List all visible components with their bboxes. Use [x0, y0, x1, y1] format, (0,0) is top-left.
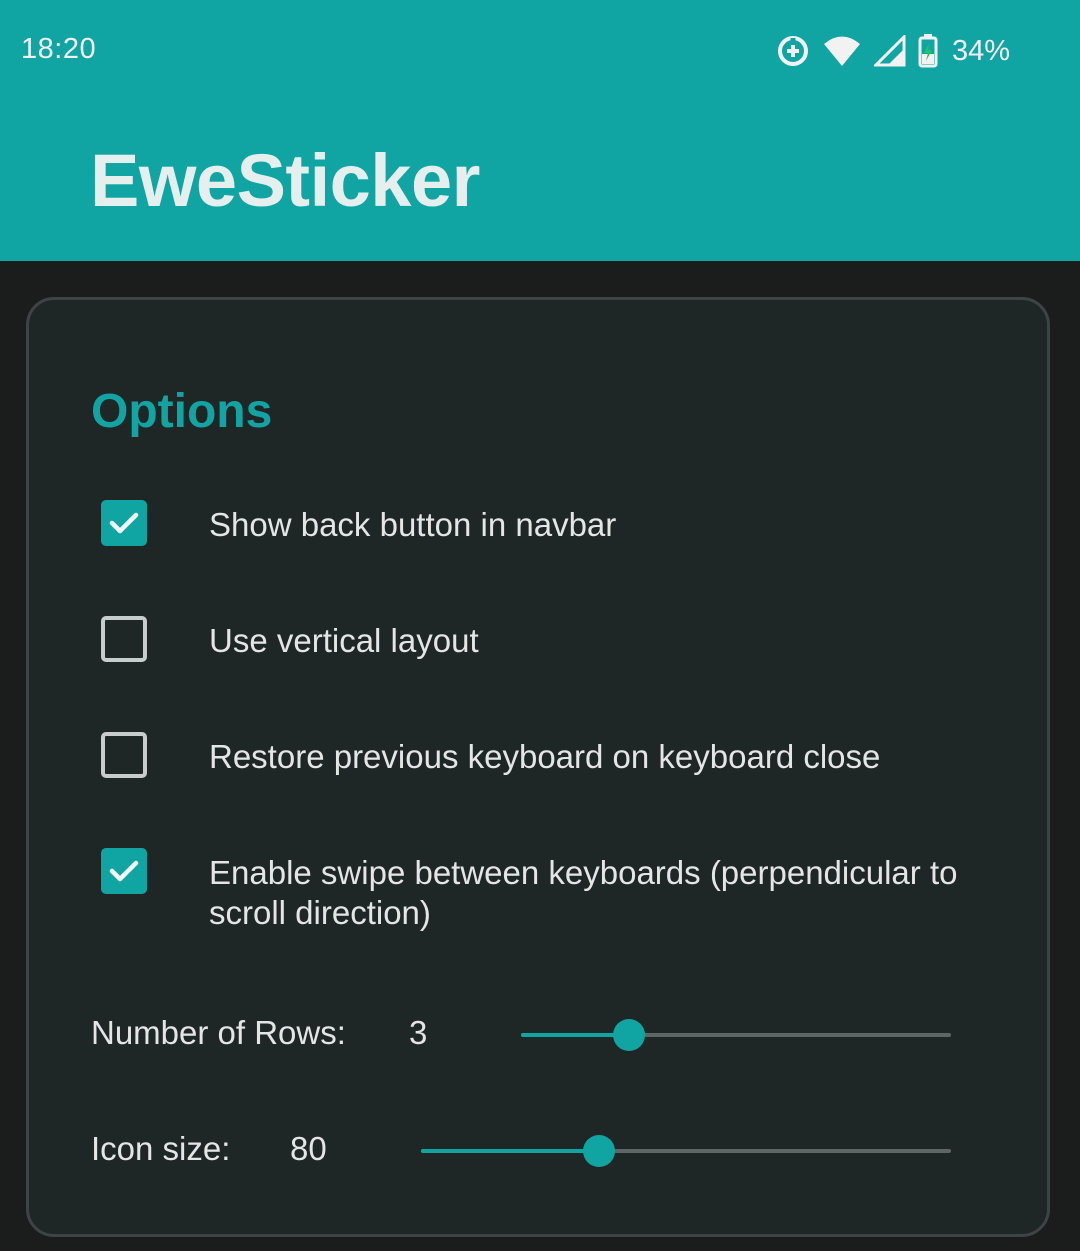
slider-thumb[interactable]	[612, 1019, 645, 1051]
status-icons: 34%	[776, 30, 1010, 72]
icon-size-slider[interactable]	[421, 1135, 951, 1167]
slider-thumb[interactable]	[582, 1135, 615, 1167]
rows-slider-row: Number of Rows: 3	[91, 1008, 991, 1058]
battery-charging-icon	[918, 34, 938, 68]
checkbox[interactable]	[101, 616, 147, 662]
option-label: Show back button in navbar	[209, 506, 617, 543]
app-bar: 18:20 34% EweSticker	[0, 0, 1080, 261]
checkbox[interactable]	[101, 848, 147, 894]
options-card: Options Show back button in navbar Use v…	[26, 297, 1050, 1237]
option-enable-swipe[interactable]: Enable swipe between keyboards (perpendi…	[101, 848, 1001, 933]
checkmark-icon	[109, 512, 139, 534]
slider-fill	[421, 1149, 599, 1153]
data-saver-icon	[776, 34, 810, 68]
app-title: EweSticker	[90, 139, 480, 222]
option-label: Restore previous keyboard on keyboard cl…	[209, 738, 881, 775]
option-label: Enable swipe between keyboards (perpendi…	[209, 854, 958, 931]
wifi-icon	[822, 35, 862, 67]
status-time: 18:20	[21, 33, 97, 65]
rows-slider[interactable]	[521, 1019, 951, 1051]
options-heading: Options	[91, 385, 273, 438]
rows-label: Number of Rows:	[91, 1014, 346, 1051]
icon-size-slider-row: Icon size: 80	[91, 1124, 991, 1174]
rows-value: 3	[409, 1014, 428, 1051]
checkbox[interactable]	[101, 732, 147, 778]
icon-size-label: Icon size:	[91, 1130, 231, 1167]
checkmark-icon	[109, 860, 139, 882]
icon-size-value: 80	[290, 1130, 327, 1167]
cell-signal-icon	[873, 35, 906, 67]
option-label: Use vertical layout	[209, 622, 479, 659]
option-vertical-layout[interactable]: Use vertical layout	[101, 616, 1001, 662]
checkbox[interactable]	[101, 500, 147, 546]
option-restore-keyboard[interactable]: Restore previous keyboard on keyboard cl…	[101, 732, 1001, 778]
option-show-back-button[interactable]: Show back button in navbar	[101, 500, 1001, 546]
battery-percent: 34%	[951, 34, 1010, 67]
